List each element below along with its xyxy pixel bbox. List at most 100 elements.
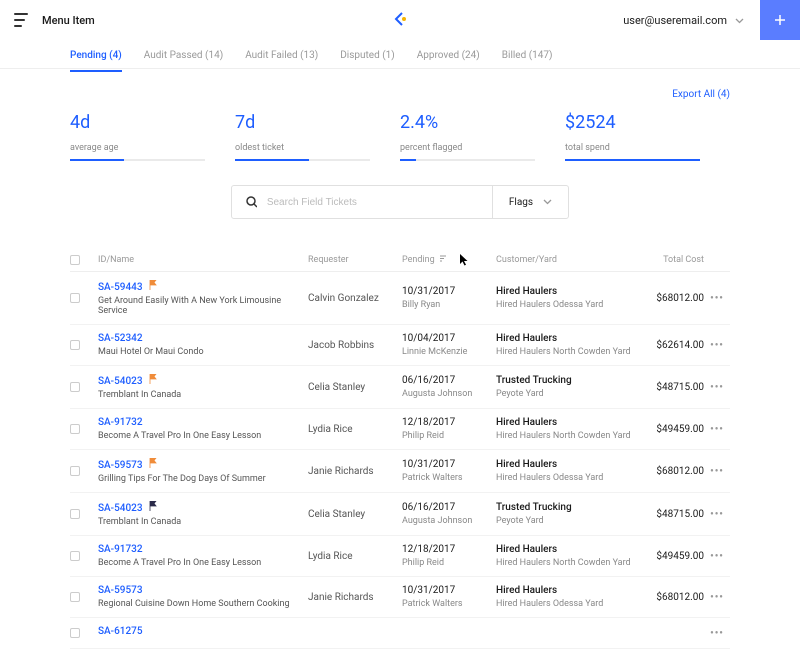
ticket-name: Tremblant In Canada bbox=[98, 390, 308, 400]
customer: Hired Haulers bbox=[496, 585, 640, 596]
chevron-down-icon[interactable] bbox=[735, 14, 744, 27]
row-checkbox[interactable] bbox=[70, 628, 80, 638]
col-pending[interactable]: Pending bbox=[402, 255, 496, 265]
row-actions-menu[interactable]: ••• bbox=[710, 293, 724, 304]
export-all-link[interactable]: Export All (4) bbox=[672, 89, 730, 100]
cost: $49459.00 bbox=[640, 424, 704, 435]
date: 06/16/2017 bbox=[402, 375, 496, 386]
ticket-name: Grilling Tips For The Dog Days Of Summer bbox=[98, 474, 308, 484]
assignee: Augusta Johnson bbox=[402, 389, 496, 399]
cost: $62614.00 bbox=[640, 340, 704, 351]
topbar: Menu Item user@useremail.com bbox=[0, 0, 800, 40]
ticket-name: Regional Cuisine Down Home Southern Cook… bbox=[98, 599, 308, 609]
ticket-name: Get Around Easily With A New York Limous… bbox=[98, 296, 308, 316]
stat-value: 2.4% bbox=[400, 112, 535, 133]
hamburger-menu-icon[interactable] bbox=[14, 13, 28, 27]
stat-value: $2524 bbox=[565, 112, 700, 133]
stats-row: 4daverage age7doldest ticket2.4%percent … bbox=[70, 112, 730, 161]
ticket-id-link[interactable]: SA-61275 bbox=[98, 626, 143, 637]
date: 10/04/2017 bbox=[402, 333, 496, 344]
row-actions-menu[interactable]: ••• bbox=[710, 340, 724, 351]
flags-label: Flags bbox=[509, 197, 533, 208]
assignee: Patrick Walters bbox=[402, 473, 496, 483]
col-customer[interactable]: Customer/Yard bbox=[496, 255, 640, 265]
requester: Lydia Rice bbox=[308, 551, 402, 562]
table-row: SA-54023Tremblant In CanadaCelia Stanley… bbox=[70, 366, 730, 409]
stat-label: percent flagged bbox=[400, 143, 535, 153]
table-row: SA-59573 Grilling Tips For The Dog Days O… bbox=[70, 450, 730, 493]
row-actions-menu[interactable]: ••• bbox=[710, 424, 724, 435]
ticket-name: Become A Travel Pro In One Easy Lesson bbox=[98, 431, 308, 441]
customer: Hired Haulers bbox=[496, 459, 640, 470]
row-checkbox[interactable] bbox=[70, 551, 80, 561]
row-checkbox[interactable] bbox=[70, 466, 80, 476]
assignee: Patrick Walters bbox=[402, 599, 496, 609]
ticket-name: Tremblant In Canada bbox=[98, 517, 308, 527]
row-checkbox[interactable] bbox=[70, 424, 80, 434]
table-row: SA-91732 Become A Travel Pro In One Easy … bbox=[70, 409, 730, 450]
ticket-id-link[interactable]: SA-52342 bbox=[98, 333, 143, 344]
assignee: Philip Reid bbox=[402, 558, 496, 568]
search-box: Flags bbox=[231, 185, 569, 219]
user-email[interactable]: user@useremail.com bbox=[623, 14, 727, 27]
flag-icon bbox=[149, 458, 157, 471]
table-row: SA-59573 Regional Cuisine Down Home South… bbox=[70, 577, 730, 618]
tab[interactable]: Audit Passed (14) bbox=[144, 50, 223, 71]
tab[interactable]: Audit Failed (13) bbox=[245, 50, 318, 71]
flag-icon bbox=[149, 280, 157, 293]
stat-label: average age bbox=[70, 143, 205, 153]
requester: Celia Stanley bbox=[308, 509, 402, 520]
ticket-id-link[interactable]: SA-59443 bbox=[98, 282, 143, 293]
requester: Janie Richards bbox=[308, 466, 402, 477]
select-all-checkbox[interactable] bbox=[70, 255, 80, 265]
ticket-id-link[interactable]: SA-54023 bbox=[98, 503, 143, 514]
flag-icon bbox=[149, 501, 157, 514]
menu-label: Menu Item bbox=[42, 14, 95, 27]
tab[interactable]: Billed (147) bbox=[502, 50, 553, 71]
search-input[interactable] bbox=[267, 197, 478, 208]
row-actions-menu[interactable]: ••• bbox=[710, 466, 724, 477]
table-row: SA-52342Maui Hotel Or Maui CondoJacob Ro… bbox=[70, 325, 730, 366]
cost: $68012.00 bbox=[640, 592, 704, 603]
col-id[interactable]: ID/Name bbox=[98, 255, 308, 265]
cost: $68012.00 bbox=[640, 466, 704, 477]
flags-dropdown[interactable]: Flags bbox=[492, 186, 568, 218]
row-actions-menu[interactable]: ••• bbox=[710, 592, 724, 603]
row-checkbox[interactable] bbox=[70, 293, 80, 303]
col-requester[interactable]: Requester bbox=[308, 255, 402, 265]
col-cost[interactable]: Total Cost bbox=[640, 255, 704, 265]
ticket-id-link[interactable]: SA-59573 bbox=[98, 585, 143, 596]
assignee: Billy Ryan bbox=[402, 300, 496, 310]
table-header: ID/Name Requester Pending Customer/Yard … bbox=[70, 249, 730, 272]
customer: Hired Haulers bbox=[496, 544, 640, 555]
add-button[interactable] bbox=[760, 0, 800, 40]
ticket-name: Maui Hotel Or Maui Condo bbox=[98, 347, 308, 357]
date: 10/31/2017 bbox=[402, 585, 496, 596]
row-checkbox[interactable] bbox=[70, 509, 80, 519]
assignee: Linnie McKenzie bbox=[402, 347, 496, 357]
stat-card: 4daverage age bbox=[70, 112, 235, 161]
ticket-id-link[interactable]: SA-91732 bbox=[98, 544, 143, 555]
row-checkbox[interactable] bbox=[70, 382, 80, 392]
customer: Hired Haulers bbox=[496, 333, 640, 344]
customer: Hired Haulers bbox=[496, 417, 640, 428]
row-checkbox[interactable] bbox=[70, 592, 80, 602]
row-actions-menu[interactable]: ••• bbox=[710, 551, 724, 562]
row-actions-menu[interactable]: ••• bbox=[710, 382, 724, 393]
tab[interactable]: Disputed (1) bbox=[340, 50, 395, 71]
table-row: SA-91732Become A Travel Pro In One Easy … bbox=[70, 536, 730, 577]
yard: Hired Haulers Odessa Yard bbox=[496, 473, 640, 483]
yard: Hired Haulers North Cowden Yard bbox=[496, 431, 640, 441]
tab[interactable]: Approved (24) bbox=[417, 50, 480, 71]
row-actions-menu[interactable]: ••• bbox=[710, 509, 724, 520]
date: 06/16/2017 bbox=[402, 502, 496, 513]
yard: Hired Haulers Odessa Yard bbox=[496, 599, 640, 609]
row-checkbox[interactable] bbox=[70, 340, 80, 350]
flag-icon bbox=[149, 374, 157, 387]
row-actions-menu[interactable]: ••• bbox=[710, 628, 724, 639]
ticket-id-link[interactable]: SA-59573 bbox=[98, 460, 143, 471]
ticket-id-link[interactable]: SA-91732 bbox=[98, 417, 143, 428]
ticket-id-link[interactable]: SA-54023 bbox=[98, 376, 143, 387]
tab[interactable]: Pending (4) bbox=[70, 50, 122, 71]
cost: $49459.00 bbox=[640, 551, 704, 562]
